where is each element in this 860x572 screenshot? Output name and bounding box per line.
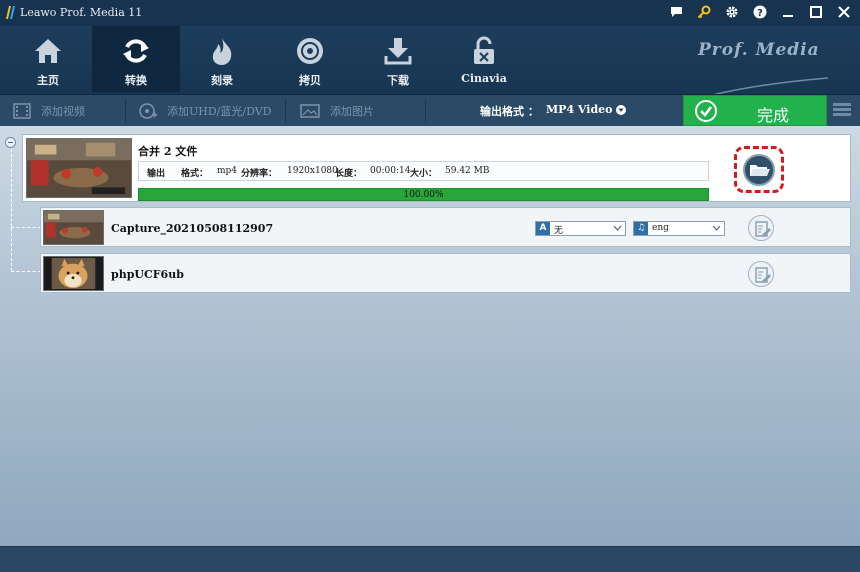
photo-icon [300, 103, 320, 118]
maximize-icon[interactable] [808, 4, 824, 20]
checkmark-icon [695, 100, 717, 122]
file-list-panel: 合并 2 文件 输出 格式： mp4 分辨率： 1920x1080 长度： 00… [0, 126, 860, 546]
output-format-label: 输出格式 ： [480, 105, 539, 118]
brand-logo: Prof. Media [698, 40, 820, 60]
window-title: Leawo Prof. Media 11 [20, 6, 143, 19]
nav-download[interactable]: 下载 [354, 26, 442, 92]
nav-copy-label: 拷贝 [299, 74, 321, 87]
edit-icon [755, 267, 771, 283]
size-value: 59.42 MB [445, 166, 490, 176]
title-bar: Leawo Prof. Media 11 ? [0, 0, 860, 26]
nav-home-label: 主页 [37, 74, 59, 87]
folder-icon [750, 165, 770, 176]
nav-burn-label: 刻录 [211, 74, 233, 87]
size-key: 大小： [410, 169, 438, 179]
length-value: 00:00:14 [370, 166, 411, 176]
window-controls: ? [668, 4, 852, 20]
collapse-toggle[interactable] [5, 137, 16, 148]
conversion-progress-bar: 100.00% [138, 188, 709, 201]
nav-convert[interactable]: 转换 [92, 26, 180, 92]
toolbar-divider [425, 99, 426, 123]
close-icon[interactable] [836, 4, 852, 20]
help-icon[interactable]: ? [752, 4, 768, 20]
nav-copy[interactable]: 拷贝 [266, 26, 354, 92]
subtitle-icon: A [536, 222, 550, 235]
action-toolbar: 添加视频 添加UHD/蓝光/DVD 添加图片 输出格式 ： MP4 Video … [0, 94, 860, 126]
open-folder-circle [743, 154, 775, 186]
tree-line [11, 271, 41, 272]
home-icon [35, 39, 61, 63]
cinavia-lock-icon [474, 36, 494, 64]
app-logo-icon [6, 6, 15, 19]
tree-line [11, 227, 41, 228]
nav-cinavia[interactable]: Cinavia [440, 26, 528, 92]
video-thumbnail [26, 138, 132, 198]
nav-burn[interactable]: 刻录 [178, 26, 266, 92]
subtitle-value: 无 [554, 226, 564, 236]
audio-icon: ♫ [634, 222, 648, 235]
add-video-button[interactable]: 添加视频 [13, 95, 85, 126]
source-file-row[interactable]: phpUCF6ub [40, 253, 851, 293]
toolbar-divider [285, 99, 286, 123]
length-key: 长度： [335, 169, 363, 179]
add-uhd-label: 添加UHD/蓝光/DVD [167, 104, 272, 118]
format-value: mp4 [217, 166, 238, 176]
resolution-key: 分辨率： [241, 169, 278, 179]
nav-convert-label: 转换 [125, 74, 147, 87]
disc-add-icon [139, 102, 157, 119]
copy-disc-icon [297, 38, 323, 64]
edit-button[interactable] [748, 261, 774, 287]
chevron-down-icon [712, 225, 721, 231]
output-format-value: MP4 Video [546, 103, 613, 116]
subtitle-select[interactable]: A 无 [535, 221, 626, 236]
done-label: 完成 [757, 106, 790, 125]
done-button[interactable]: 完成 [683, 95, 827, 126]
chevron-down-icon [616, 104, 627, 115]
edit-button[interactable] [748, 215, 774, 241]
file-name: phpUCF6ub [111, 268, 184, 281]
output-format-dropdown[interactable]: MP4 Video [546, 103, 627, 116]
list-view-icon[interactable] [831, 100, 853, 120]
video-thumbnail [43, 210, 104, 245]
main-nav: 主页 转换 刻录 拷贝 下载 Cinavia Prof. Media [0, 26, 860, 105]
output-info-box: 输出 格式： mp4 分辨率： 1920x1080 长度： 00:00:14 大… [138, 161, 709, 181]
toolbar-divider [125, 99, 126, 123]
tree-line [11, 149, 12, 271]
minimize-icon[interactable] [780, 4, 796, 20]
add-photo-label: 添加图片 [330, 104, 374, 118]
svg-text:?: ? [757, 8, 763, 19]
file-name: Capture_20210508112907 [111, 222, 274, 235]
open-folder-button[interactable] [734, 146, 784, 193]
audio-track-select[interactable]: ♫ eng [633, 221, 725, 236]
key-icon[interactable] [696, 4, 712, 20]
nav-download-label: 下载 [387, 74, 409, 87]
chat-icon[interactable] [668, 4, 684, 20]
burn-icon [212, 38, 232, 65]
output-label: 输出 [147, 169, 166, 179]
edit-icon [755, 221, 771, 237]
nav-home[interactable]: 主页 [4, 26, 92, 92]
add-video-label: 添加视频 [41, 104, 85, 118]
add-photo-button[interactable]: 添加图片 [300, 95, 374, 126]
source-file-row[interactable]: Capture_20210508112907 A 无 ♫ eng [40, 207, 851, 247]
nav-cinavia-label: Cinavia [461, 72, 507, 85]
gear-icon[interactable] [724, 4, 740, 20]
chevron-down-icon [613, 225, 622, 231]
audio-value: eng [652, 223, 669, 233]
progress-percent: 100.00% [403, 190, 444, 200]
download-icon [384, 38, 412, 65]
merged-output-card: 合并 2 文件 输出 格式： mp4 分辨率： 1920x1080 长度： 00… [22, 134, 851, 202]
status-bar [0, 546, 860, 572]
add-uhd-button[interactable]: 添加UHD/蓝光/DVD [139, 95, 271, 126]
merged-title: 合并 2 文件 [138, 145, 198, 158]
image-thumbnail [43, 256, 104, 291]
resolution-value: 1920x1080 [287, 166, 338, 176]
convert-icon [123, 39, 149, 63]
format-key: 格式： [181, 169, 209, 179]
film-icon [13, 102, 31, 119]
